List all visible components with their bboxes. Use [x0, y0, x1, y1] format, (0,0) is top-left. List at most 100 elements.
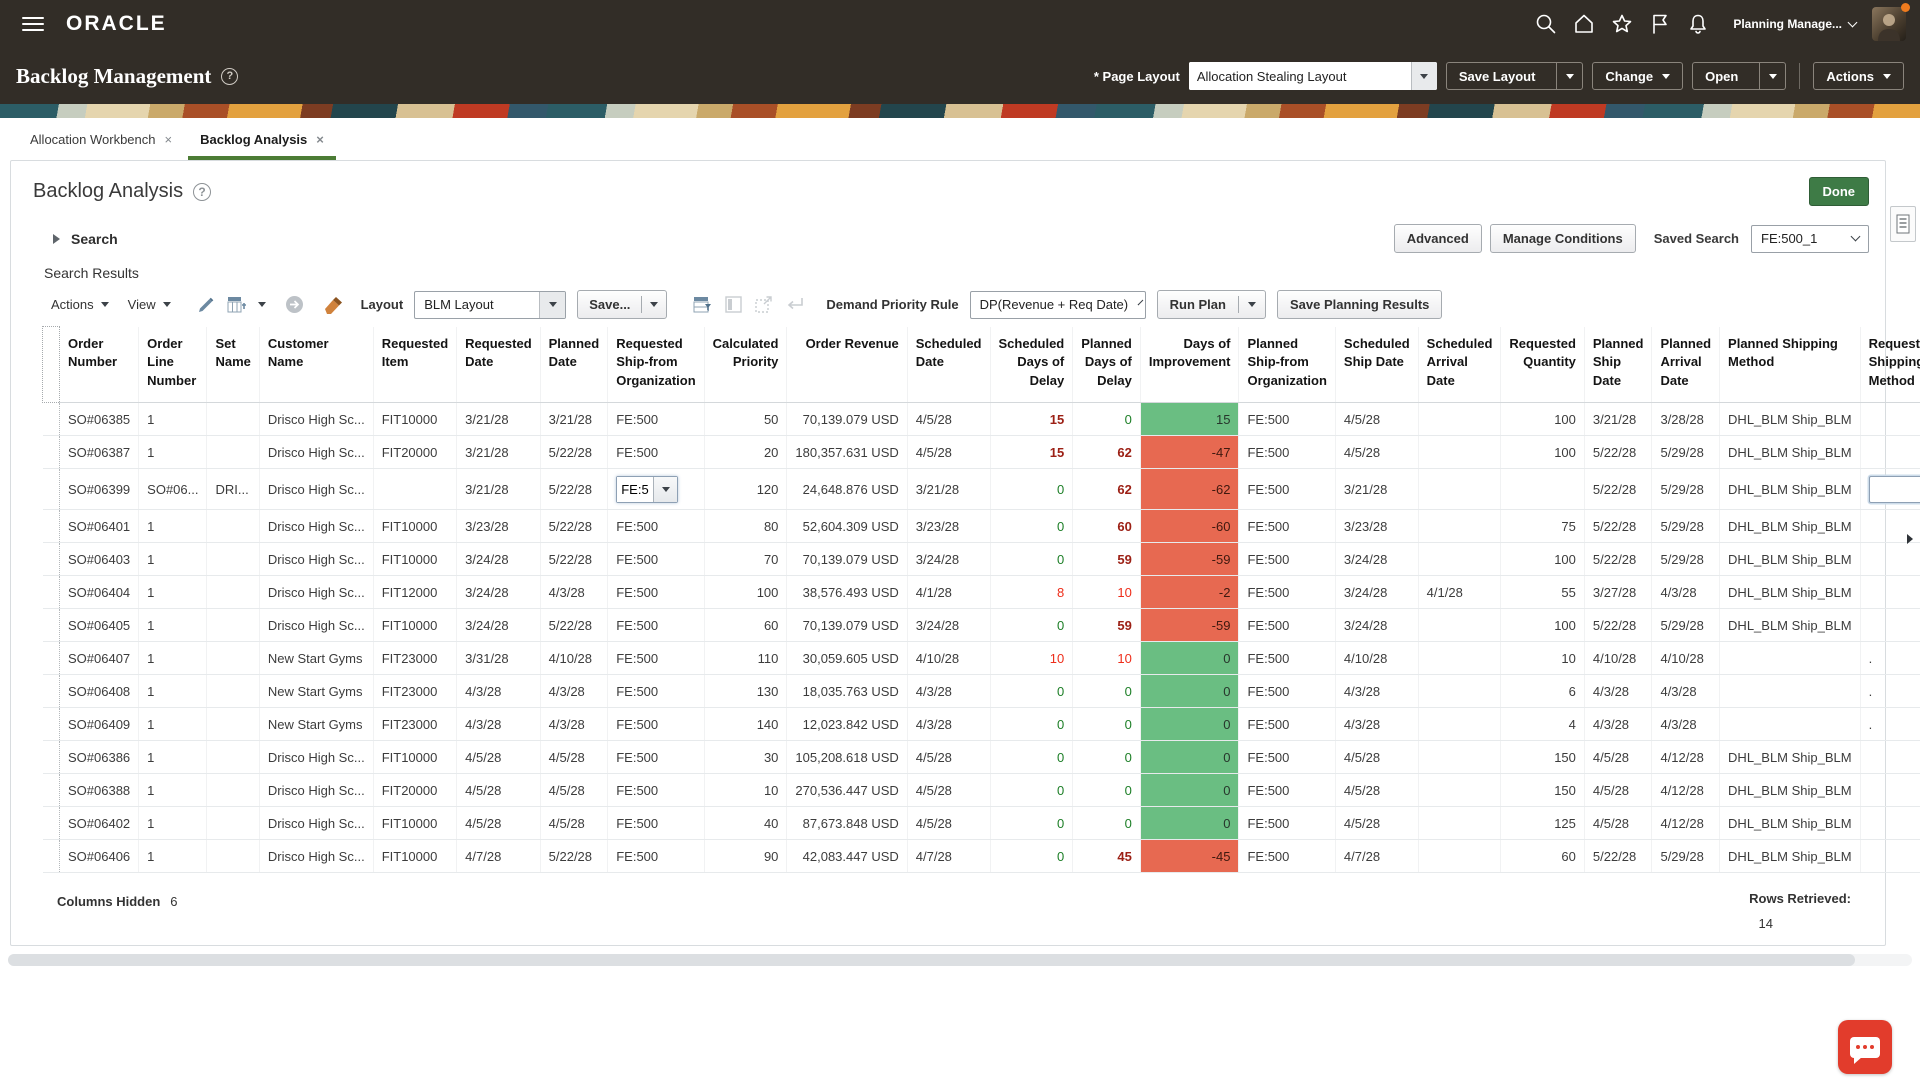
- cell-order_number[interactable]: SO#06387: [60, 436, 139, 469]
- cell-customer[interactable]: Drisco High Sc...: [259, 403, 373, 436]
- cell-sched_arrival[interactable]: [1418, 642, 1501, 675]
- cell-planned_date[interactable]: 3/21/28: [540, 403, 608, 436]
- cell-order_number[interactable]: SO#06385: [60, 403, 139, 436]
- cell-sched_ship[interactable]: 4/3/28: [1335, 675, 1418, 708]
- cell-sched_delay[interactable]: 10: [990, 642, 1073, 675]
- cell-plan_delay[interactable]: 0: [1073, 403, 1141, 436]
- cell-sched_delay[interactable]: 0: [990, 675, 1073, 708]
- view-menu[interactable]: View: [128, 297, 171, 312]
- cell-plan_ship_from[interactable]: FE:500: [1239, 403, 1335, 436]
- cell-ship_method[interactable]: DHL_BLM Ship_BLM: [1720, 774, 1861, 807]
- cell-qty[interactable]: 10: [1501, 642, 1584, 675]
- cell-ship_method[interactable]: DHL_BLM Ship_BLM: [1720, 840, 1861, 873]
- horizontal-scrollbar[interactable]: [8, 954, 1912, 966]
- column-header-revenue[interactable]: Order Revenue: [787, 327, 907, 403]
- actions-button[interactable]: Actions: [1813, 62, 1904, 90]
- cell-improvement[interactable]: 0: [1140, 642, 1239, 675]
- cell-plan_ship_from[interactable]: FE:500: [1239, 609, 1335, 642]
- cell-plan_arrival[interactable]: 4/10/28: [1652, 642, 1720, 675]
- cell-improvement[interactable]: -60: [1140, 510, 1239, 543]
- cell-plan_ship[interactable]: 4/5/28: [1584, 741, 1652, 774]
- save-planning-results-button[interactable]: Save Planning Results: [1277, 290, 1442, 319]
- cell-plan_arrival[interactable]: 5/29/28: [1652, 469, 1720, 510]
- cell-req_ship_method[interactable]: [1860, 741, 1920, 774]
- cell-sched_ship[interactable]: 4/5/28: [1335, 436, 1418, 469]
- cell-line_number[interactable]: 1: [139, 609, 207, 642]
- cell-plan_delay[interactable]: 45: [1073, 840, 1141, 873]
- manage-conditions-button[interactable]: Manage Conditions: [1490, 224, 1636, 253]
- cell-sched_ship[interactable]: 4/5/28: [1335, 774, 1418, 807]
- cell-ship_from[interactable]: FE:500: [608, 774, 704, 807]
- cell-plan_delay[interactable]: 10: [1073, 642, 1141, 675]
- column-header-plan_delay[interactable]: Planned Days of Delay: [1073, 327, 1141, 403]
- cell-order_number[interactable]: SO#06401: [60, 510, 139, 543]
- cell-customer[interactable]: New Start Gyms: [259, 642, 373, 675]
- cell-req_date[interactable]: 4/5/28: [457, 774, 540, 807]
- cell-plan_delay[interactable]: 0: [1073, 774, 1141, 807]
- cell-line_number[interactable]: 1: [139, 741, 207, 774]
- cell-planned_date[interactable]: 4/10/28: [540, 642, 608, 675]
- cell-order_number[interactable]: SO#06399: [60, 469, 139, 510]
- cell-improvement[interactable]: -45: [1140, 840, 1239, 873]
- cell-line_number[interactable]: 1: [139, 807, 207, 840]
- cell-planned_date[interactable]: 4/3/28: [540, 576, 608, 609]
- cell-revenue[interactable]: 52,604.309 USD: [787, 510, 907, 543]
- cell-revenue[interactable]: 18,035.763 USD: [787, 675, 907, 708]
- cell-sched_delay[interactable]: 8: [990, 576, 1073, 609]
- cell-improvement[interactable]: -59: [1140, 609, 1239, 642]
- cell-customer[interactable]: New Start Gyms: [259, 708, 373, 741]
- cell-plan_ship_from[interactable]: FE:500: [1239, 543, 1335, 576]
- cell-plan_ship_from[interactable]: FE:500: [1239, 469, 1335, 510]
- cell-req_date[interactable]: 4/3/28: [457, 675, 540, 708]
- cell-planned_date[interactable]: 5/22/28: [540, 469, 608, 510]
- cell-planned_date[interactable]: 5/22/28: [540, 543, 608, 576]
- cell-priority[interactable]: 90: [704, 840, 787, 873]
- cell-sched_arrival[interactable]: [1418, 675, 1501, 708]
- layout-dropdown-button[interactable]: [539, 292, 565, 318]
- search-expand-icon[interactable]: [53, 234, 60, 244]
- cell-plan_ship_from[interactable]: FE:500: [1239, 741, 1335, 774]
- advanced-button[interactable]: Advanced: [1394, 224, 1482, 253]
- cell-req_date[interactable]: 3/21/28: [457, 436, 540, 469]
- cell-plan_arrival[interactable]: 4/12/28: [1652, 774, 1720, 807]
- cell-line_number[interactable]: 1: [139, 642, 207, 675]
- column-header-customer[interactable]: Customer Name: [259, 327, 373, 403]
- cell-improvement[interactable]: -47: [1140, 436, 1239, 469]
- cell-plan_ship_from[interactable]: FE:500: [1239, 510, 1335, 543]
- cell-planned_date[interactable]: 5/22/28: [540, 840, 608, 873]
- cell-ship_method[interactable]: DHL_BLM Ship_BLM: [1720, 543, 1861, 576]
- cell-customer[interactable]: New Start Gyms: [259, 675, 373, 708]
- cell-order_number[interactable]: SO#06405: [60, 609, 139, 642]
- cell-planned_date[interactable]: 5/22/28: [540, 436, 608, 469]
- requested-shipping-method-input[interactable]: [1869, 476, 1920, 503]
- cell-priority[interactable]: 140: [704, 708, 787, 741]
- cell-plan_ship[interactable]: 4/5/28: [1584, 807, 1652, 840]
- cell-customer[interactable]: Drisco High Sc...: [259, 469, 373, 510]
- cell-customer[interactable]: Drisco High Sc...: [259, 543, 373, 576]
- cell-sched_delay[interactable]: 0: [990, 510, 1073, 543]
- cell-customer[interactable]: Drisco High Sc...: [259, 436, 373, 469]
- cell-req_date[interactable]: 3/31/28: [457, 642, 540, 675]
- help-icon[interactable]: ?: [221, 68, 238, 85]
- cell-set_name[interactable]: [207, 576, 259, 609]
- cell-sched_ship[interactable]: 3/21/28: [1335, 469, 1418, 510]
- cell-ship_from[interactable]: FE:500: [608, 642, 704, 675]
- close-icon[interactable]: ×: [165, 132, 173, 147]
- table-row[interactable]: SO#064031Drisco High Sc...FIT100003/24/2…: [43, 543, 1920, 576]
- cell-plan_arrival[interactable]: 3/28/28: [1652, 403, 1720, 436]
- cell-plan_arrival[interactable]: 4/12/28: [1652, 807, 1720, 840]
- saved-search-select[interactable]: FE:500_1: [1751, 225, 1869, 253]
- cell-qty[interactable]: 150: [1501, 741, 1584, 774]
- cell-planned_date[interactable]: 5/22/28: [540, 510, 608, 543]
- cell-plan_arrival[interactable]: 5/29/28: [1652, 543, 1720, 576]
- cell-req_ship_method[interactable]: [1860, 543, 1920, 576]
- cell-sched_delay[interactable]: 0: [990, 543, 1073, 576]
- cell-plan_ship[interactable]: 5/22/28: [1584, 609, 1652, 642]
- cell-plan_delay[interactable]: 0: [1073, 741, 1141, 774]
- column-header-plan_ship_from[interactable]: Planned Ship-from Organization: [1239, 327, 1335, 403]
- cell-set_name[interactable]: [207, 807, 259, 840]
- cell-line_number[interactable]: 1: [139, 436, 207, 469]
- cell-sched_date[interactable]: 4/5/28: [907, 774, 990, 807]
- cell-improvement[interactable]: -62: [1140, 469, 1239, 510]
- cell-revenue[interactable]: 70,139.079 USD: [787, 403, 907, 436]
